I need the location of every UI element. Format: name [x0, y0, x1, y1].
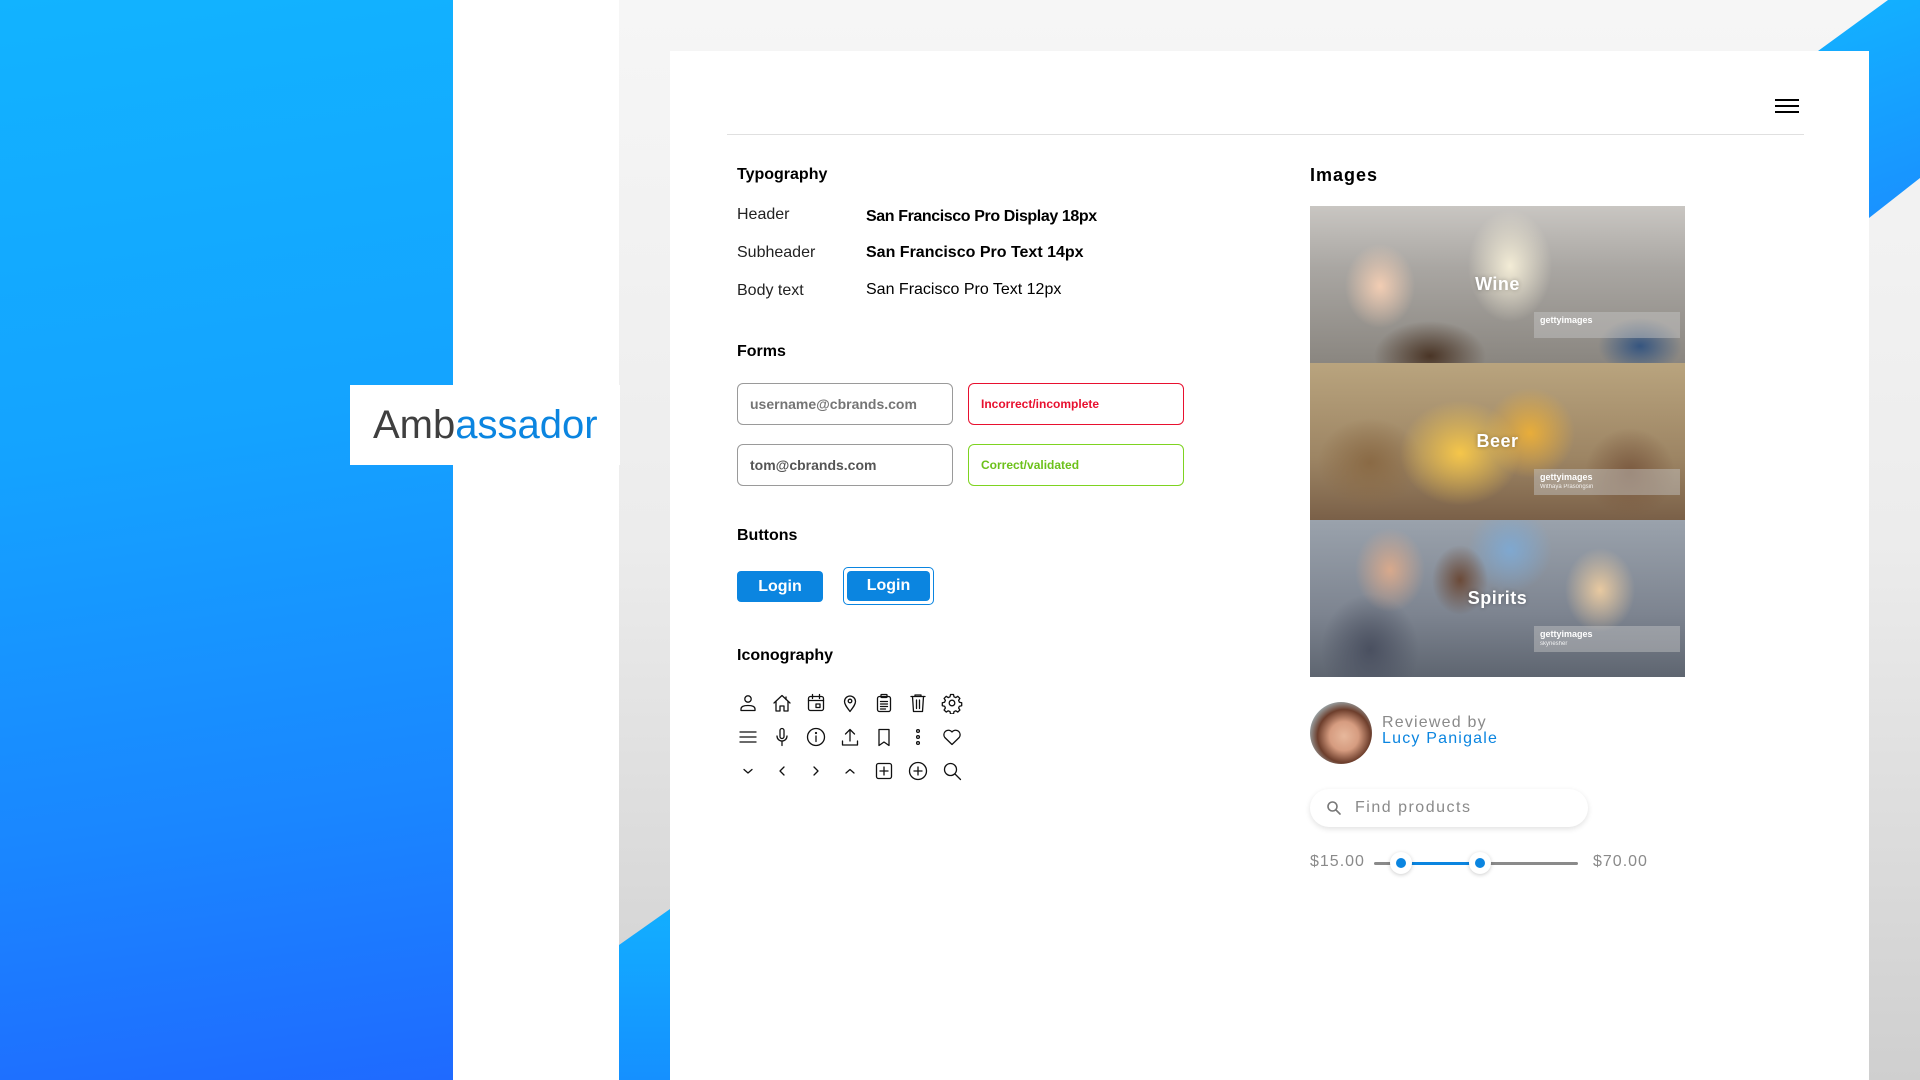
watermark-brand: gettyimages: [1540, 315, 1593, 325]
getty-watermark: gettyimages: [1534, 312, 1680, 338]
add-square-icon[interactable]: [873, 760, 895, 782]
left-blue-panel: [0, 0, 453, 1080]
typography-label-header: Header: [737, 206, 790, 223]
username-input-filled[interactable]: tom@cbrands.com: [737, 444, 953, 486]
input-error-state[interactable]: Incorrect/incomplete: [968, 383, 1184, 425]
images-title: Images: [1310, 165, 1379, 185]
chevron-left-icon[interactable]: [771, 760, 793, 782]
watermark-author: Withaya Prasongsin: [1540, 484, 1594, 490]
heart-icon[interactable]: [941, 726, 963, 748]
reviewer-avatar[interactable]: [1310, 702, 1372, 764]
chevron-up-icon[interactable]: [839, 760, 861, 782]
trash-icon[interactable]: [907, 692, 929, 714]
microphone-icon[interactable]: [771, 726, 793, 748]
header-divider: [727, 134, 1804, 135]
typography-value-header: San Francisco Pro Display 18px: [866, 208, 1097, 225]
watermark-brand: gettyimages: [1540, 472, 1593, 482]
username-input-empty[interactable]: [737, 383, 953, 425]
calendar-icon[interactable]: [805, 692, 827, 714]
logo-text-part2: assador: [455, 403, 598, 447]
watermark-brand: gettyimages: [1540, 629, 1593, 639]
chevron-right-icon[interactable]: [805, 760, 827, 782]
price-slider-max-handle[interactable]: [1469, 852, 1492, 874]
input-valid-state[interactable]: Correct/validated: [968, 444, 1184, 486]
buttons-title: Buttons: [737, 527, 798, 544]
white-spacer: [453, 0, 619, 1080]
info-icon[interactable]: [805, 726, 827, 748]
logo-text-part1: Amb: [373, 403, 456, 447]
bookmark-icon[interactable]: [873, 726, 895, 748]
chevron-down-icon[interactable]: [737, 760, 759, 782]
add-circle-icon[interactable]: [907, 760, 929, 782]
typography-value-subheader: San Francisco Pro Text 14px: [866, 244, 1084, 261]
typography-value-body: San Fracisco Pro Text 12px: [866, 281, 1062, 298]
category-tile-wine[interactable]: Wine gettyimages: [1310, 206, 1685, 363]
upload-icon[interactable]: [839, 726, 861, 748]
search-icon: [1326, 800, 1342, 816]
category-tile-spirits[interactable]: Spirits gettyimages skynesher: [1310, 520, 1685, 677]
typography-label-subheader: Subheader: [737, 244, 816, 261]
login-button-focused[interactable]: Login: [847, 571, 930, 601]
product-search-input[interactable]: [1355, 789, 1575, 827]
search-icon[interactable]: [941, 760, 963, 782]
category-images: Wine gettyimages Beer gettyimages Withaya…: [1310, 206, 1685, 677]
login-button-default[interactable]: Login: [737, 571, 823, 602]
iconography-title: Iconography: [737, 647, 834, 664]
getty-watermark: gettyimages Withaya Prasongsin: [1534, 469, 1680, 495]
home-icon[interactable]: [771, 692, 793, 714]
location-pin-icon[interactable]: [839, 692, 861, 714]
style-guide-card: [670, 51, 1869, 1080]
user-icon[interactable]: [737, 692, 759, 714]
typography-label-body: Body text: [737, 282, 804, 299]
menu-icon[interactable]: [737, 726, 759, 748]
category-tile-beer[interactable]: Beer gettyimages Withaya Prasongsin: [1310, 363, 1685, 520]
settings-gear-icon[interactable]: [941, 692, 963, 715]
forms-title: Forms: [737, 343, 786, 360]
price-min-label: $15.00: [1310, 853, 1365, 870]
typography-title: Typography: [737, 166, 828, 183]
category-label: Spirits: [1467, 588, 1528, 608]
price-max-label: $70.00: [1593, 853, 1648, 870]
watermark-author: skynesher: [1540, 641, 1568, 647]
more-vertical-icon[interactable]: [907, 726, 929, 748]
product-search-box[interactable]: [1310, 789, 1588, 827]
style-guide-slide: Ambassador Typography Header San Francis…: [0, 0, 1920, 1080]
hamburger-menu-icon[interactable]: [1775, 99, 1799, 115]
price-slider-min-handle[interactable]: [1389, 852, 1412, 874]
category-label: Wine: [1475, 274, 1520, 294]
category-label: Beer: [1476, 431, 1519, 451]
reviewer-name-link[interactable]: Lucy Panigale: [1382, 730, 1498, 748]
getty-watermark: gettyimages skynesher: [1534, 626, 1680, 652]
clipboard-icon[interactable]: [873, 692, 895, 714]
ambassador-logo: Ambassador: [373, 403, 598, 448]
